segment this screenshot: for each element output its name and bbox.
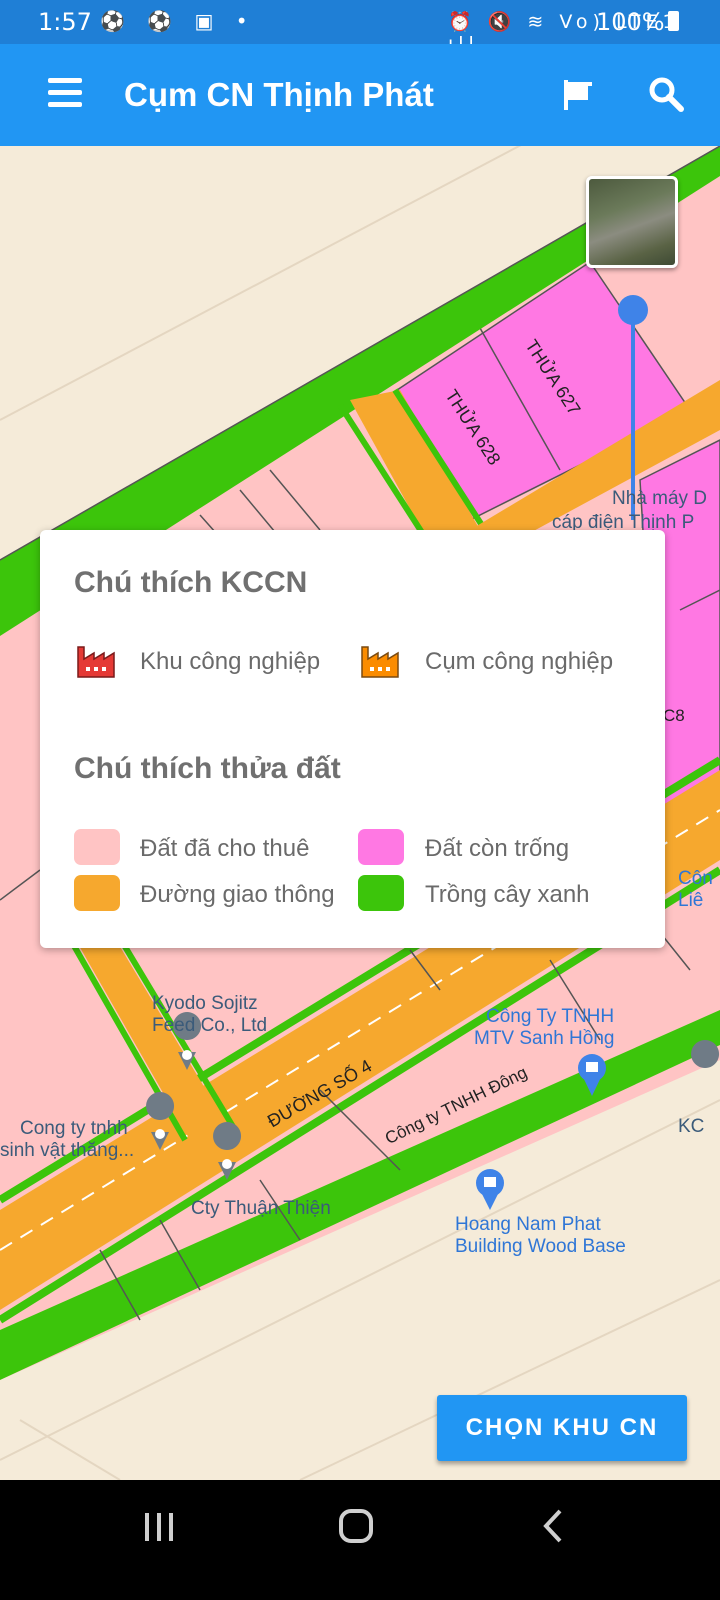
place-label: Côn xyxy=(678,868,713,889)
place-label: C8 xyxy=(663,706,685,725)
place-label: Kyodo Sojitz xyxy=(152,993,258,1014)
search-icon[interactable] xyxy=(646,74,686,114)
place-label: Cty Thuận Thiện xyxy=(191,1198,331,1219)
industrial-cluster-icon xyxy=(360,643,400,679)
battery-percent: 100% xyxy=(596,8,665,36)
legend-item-leased: Đất đã cho thuê xyxy=(140,835,310,862)
legend-kccn-title: Chú thích KCCN xyxy=(74,566,308,599)
swatch-leased xyxy=(74,829,120,865)
flag-icon[interactable] xyxy=(562,76,598,112)
swatch-green xyxy=(358,875,404,911)
swatch-road xyxy=(74,875,120,911)
place-label: Cong ty tnhh xyxy=(20,1118,128,1139)
app-bar: Cụm CN Thịnh Phát xyxy=(0,44,720,146)
recent-apps-icon[interactable] xyxy=(142,1510,176,1544)
industrial-zone-icon xyxy=(76,643,116,679)
place-label: KC xyxy=(678,1116,705,1137)
place-label: Liê xyxy=(678,890,704,911)
place-label: Nhà máy D xyxy=(612,488,708,509)
status-time: 1:57 xyxy=(38,8,92,36)
system-nav-bar xyxy=(0,1480,720,1600)
place-label: Feed Co., Ltd xyxy=(152,1015,268,1036)
hamburger-menu-icon[interactable] xyxy=(44,76,84,110)
place-label: Công Ty TNHH xyxy=(486,1006,615,1027)
place-label: sinh vật thăng... xyxy=(0,1140,135,1161)
legend-parcel-title: Chú thích thửa đất xyxy=(74,752,341,785)
place-label: Building Wood Base xyxy=(455,1236,626,1257)
choose-industrial-zone-button[interactable]: CHỌN KHU CN xyxy=(437,1395,687,1461)
battery-icon xyxy=(668,11,679,31)
legend-industrial-zone-label: Khu công nghiệp xyxy=(140,648,321,675)
legend-industrial-cluster-label: Cụm công nghiệp xyxy=(425,648,614,675)
satellite-layer-toggle[interactable] xyxy=(586,176,678,268)
place-label: Hoang Nam Phat xyxy=(455,1214,601,1235)
legend-item-vacant: Đất còn trống xyxy=(425,835,570,862)
place-label: MTV Sanh Hồng xyxy=(474,1028,615,1049)
swatch-vacant xyxy=(358,829,404,865)
page-title: Cụm CN Thịnh Phát xyxy=(124,76,434,113)
notification-icons: ⚽ ⚽ ▣ • xyxy=(100,9,256,33)
status-bar: 1:57 ⚽ ⚽ ▣ • ⏰ 🔇 ≋ Vo) LTE1 ıll 100% xyxy=(0,0,720,55)
back-icon[interactable] xyxy=(540,1508,568,1544)
legend-item-road: Đường giao thông xyxy=(140,881,335,908)
home-icon[interactable] xyxy=(338,1508,374,1544)
legend-card: Chú thích KCCN Khu công nghiệp Cụm công … xyxy=(40,530,665,948)
legend-item-green: Trồng cây xanh xyxy=(425,881,590,908)
